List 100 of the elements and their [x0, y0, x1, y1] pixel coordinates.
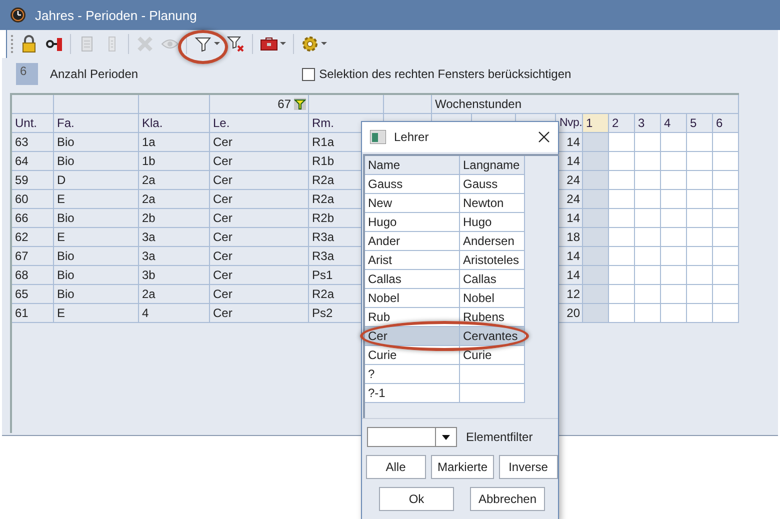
table-cell[interactable] [661, 171, 687, 190]
table-cell[interactable] [635, 285, 661, 304]
close-icon[interactable] [538, 131, 550, 143]
table-cell[interactable] [713, 228, 739, 247]
select-button[interactable]: Alle [366, 455, 426, 479]
table-cell[interactable] [609, 304, 635, 323]
dialog-title: Lehrer [394, 130, 430, 144]
table-cell[interactable] [583, 228, 609, 247]
table-cell[interactable] [635, 228, 661, 247]
table-cell [12, 95, 54, 114]
table-cell[interactable] [661, 247, 687, 266]
table-cell[interactable] [661, 133, 687, 152]
table-cell[interactable] [635, 152, 661, 171]
teacher-long-name: Andersen [463, 234, 514, 248]
table-cell[interactable] [713, 209, 739, 228]
table-cell[interactable] [609, 266, 635, 285]
table-cell[interactable] [583, 152, 609, 171]
table-cell[interactable] [583, 209, 609, 228]
table-cell: Bio [54, 266, 139, 285]
cancel-button[interactable]: Abbrechen [470, 487, 545, 511]
ok-button[interactable]: Ok [379, 487, 454, 511]
teacher-long-name: Nobel [463, 291, 494, 305]
table-cell[interactable] [687, 304, 713, 323]
table-cell[interactable] [687, 209, 713, 228]
table-cell: Cer [210, 171, 309, 190]
table-cell[interactable] [635, 133, 661, 152]
table-cell: 60 [12, 190, 54, 209]
column-header[interactable]: Unt. [12, 114, 54, 133]
table-cell[interactable] [661, 304, 687, 323]
table-cell[interactable] [583, 247, 609, 266]
teacher-long-name: Callas [463, 272, 496, 286]
table-cell: Cer [210, 285, 309, 304]
column-header[interactable]: Fa. [54, 114, 139, 133]
teacher-name: ? [368, 367, 375, 381]
column-header[interactable]: Langname [460, 156, 525, 175]
table-cell: 2a [139, 190, 210, 209]
table-cell: Bio [54, 247, 139, 266]
table-cell[interactable] [609, 171, 635, 190]
table-cell: Cer [210, 228, 309, 247]
select-button[interactable]: Inverse [498, 455, 558, 479]
table-cell[interactable] [713, 247, 739, 266]
table-cell[interactable] [713, 190, 739, 209]
table-cell[interactable] [687, 152, 713, 171]
table-cell[interactable] [583, 190, 609, 209]
table-cell[interactable] [661, 266, 687, 285]
table-cell[interactable] [713, 133, 739, 152]
column-header[interactable]: Kla. [139, 114, 210, 133]
table-cell[interactable] [713, 171, 739, 190]
padlock-icon [20, 35, 38, 53]
select-button[interactable]: Markierte [430, 455, 494, 479]
table-cell[interactable] [583, 133, 609, 152]
teacher-long-name: Gauss [463, 177, 498, 191]
table-cell[interactable] [713, 266, 739, 285]
table-cell[interactable] [583, 304, 609, 323]
table-cell: 66 [12, 209, 54, 228]
table-cell[interactable] [635, 190, 661, 209]
table-cell[interactable] [687, 266, 713, 285]
table-cell: 3a [139, 247, 210, 266]
table-cell[interactable] [687, 285, 713, 304]
table-cell[interactable] [609, 152, 635, 171]
table-cell: Cer [210, 304, 309, 323]
period-column-header[interactable]: 1 [583, 114, 609, 133]
table-cell[interactable] [687, 228, 713, 247]
table-cell[interactable] [583, 266, 609, 285]
table-cell[interactable] [713, 152, 739, 171]
table-cell[interactable] [609, 247, 635, 266]
table-cell[interactable] [687, 133, 713, 152]
table-cell[interactable] [609, 133, 635, 152]
table-cell[interactable] [661, 209, 687, 228]
table-cell[interactable] [635, 266, 661, 285]
table-cell[interactable] [609, 209, 635, 228]
period-count-field[interactable]: 6 [16, 63, 38, 85]
table-cell[interactable] [635, 171, 661, 190]
filter-dropdown[interactable] [367, 427, 457, 447]
table-cell[interactable] [687, 190, 713, 209]
column-header[interactable]: Le. [210, 114, 309, 133]
table-cell: 62 [12, 228, 54, 247]
table-cell[interactable] [609, 285, 635, 304]
column-header[interactable]: Name [365, 156, 460, 175]
checkbox[interactable] [302, 68, 316, 80]
table-cell[interactable] [609, 228, 635, 247]
table-cell[interactable] [687, 171, 713, 190]
table-cell[interactable] [713, 285, 739, 304]
table-cell[interactable] [661, 285, 687, 304]
table-cell[interactable] [661, 152, 687, 171]
table-cell[interactable] [635, 209, 661, 228]
table-cell[interactable] [609, 190, 635, 209]
clock-icon [10, 7, 26, 23]
teacher-long-name: Hugo [463, 215, 492, 229]
table-cell[interactable] [713, 304, 739, 323]
table-cell[interactable] [661, 190, 687, 209]
filter-icon [294, 98, 306, 110]
table-cell[interactable] [635, 304, 661, 323]
table-cell: 4 [139, 304, 210, 323]
table-cell[interactable] [687, 247, 713, 266]
table-cell[interactable] [583, 171, 609, 190]
table-cell[interactable] [661, 228, 687, 247]
teacher-long-name: Aristoteles [463, 253, 520, 267]
table-cell[interactable] [635, 247, 661, 266]
table-cell[interactable] [583, 285, 609, 304]
